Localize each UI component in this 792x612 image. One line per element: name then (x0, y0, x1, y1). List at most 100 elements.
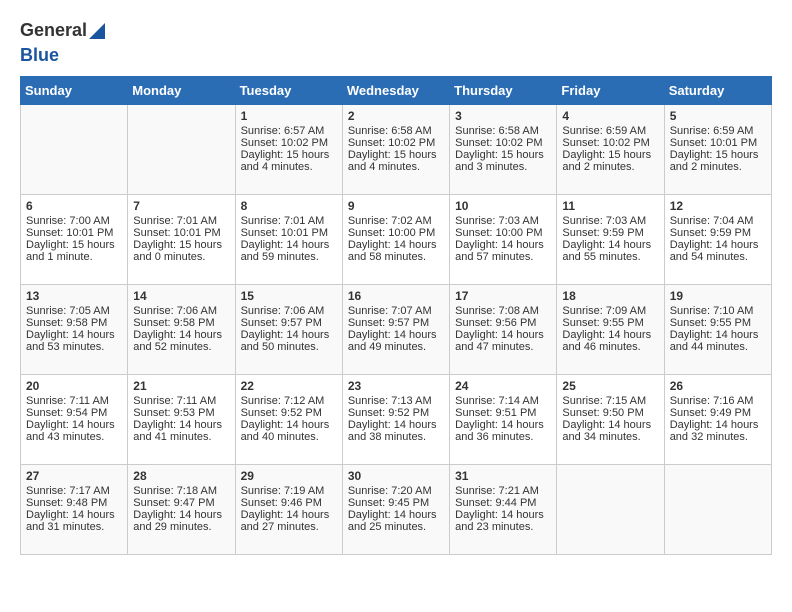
day-info: Sunrise: 7:02 AM (348, 215, 444, 227)
day-info: Sunset: 9:55 PM (562, 317, 658, 329)
day-info: and 41 minutes. (133, 431, 229, 443)
calendar-cell: 11Sunrise: 7:03 AMSunset: 9:59 PMDayligh… (557, 195, 664, 285)
day-info: Sunset: 10:02 PM (455, 137, 551, 149)
day-info: and 57 minutes. (455, 251, 551, 263)
calendar-cell (128, 105, 235, 195)
day-info: and 27 minutes. (241, 521, 337, 533)
day-info: Sunset: 9:58 PM (133, 317, 229, 329)
day-info: Sunset: 10:01 PM (241, 227, 337, 239)
calendar-cell: 14Sunrise: 7:06 AMSunset: 9:58 PMDayligh… (128, 285, 235, 375)
day-number: 12 (670, 199, 766, 213)
calendar-cell: 5Sunrise: 6:59 AMSunset: 10:01 PMDayligh… (664, 105, 771, 195)
day-number: 17 (455, 289, 551, 303)
day-info: Sunset: 9:45 PM (348, 497, 444, 509)
calendar-cell: 18Sunrise: 7:09 AMSunset: 9:55 PMDayligh… (557, 285, 664, 375)
calendar-cell: 28Sunrise: 7:18 AMSunset: 9:47 PMDayligh… (128, 465, 235, 555)
day-info: Sunset: 10:00 PM (455, 227, 551, 239)
day-info: Sunset: 9:46 PM (241, 497, 337, 509)
calendar-cell: 26Sunrise: 7:16 AMSunset: 9:49 PMDayligh… (664, 375, 771, 465)
day-info: Daylight: 14 hours (562, 329, 658, 341)
day-number: 25 (562, 379, 658, 393)
day-info: Sunrise: 7:18 AM (133, 485, 229, 497)
day-info: Sunset: 9:54 PM (26, 407, 122, 419)
weekday-header-friday: Friday (557, 77, 664, 105)
day-info: Daylight: 14 hours (670, 419, 766, 431)
day-info: Sunrise: 7:04 AM (670, 215, 766, 227)
day-info: Sunset: 9:49 PM (670, 407, 766, 419)
day-info: Daylight: 14 hours (133, 509, 229, 521)
day-number: 1 (241, 109, 337, 123)
day-info: and 49 minutes. (348, 341, 444, 353)
day-info: Daylight: 14 hours (133, 329, 229, 341)
weekday-row: SundayMondayTuesdayWednesdayThursdayFrid… (21, 77, 772, 105)
day-info: Sunset: 10:01 PM (133, 227, 229, 239)
day-info: and 53 minutes. (26, 341, 122, 353)
week-row-1: 1Sunrise: 6:57 AMSunset: 10:02 PMDayligh… (21, 105, 772, 195)
day-number: 11 (562, 199, 658, 213)
day-info: and 2 minutes. (670, 161, 766, 173)
day-number: 4 (562, 109, 658, 123)
day-info: and 46 minutes. (562, 341, 658, 353)
day-number: 20 (26, 379, 122, 393)
day-info: Daylight: 14 hours (455, 419, 551, 431)
day-info: and 36 minutes. (455, 431, 551, 443)
day-info: Sunset: 9:55 PM (670, 317, 766, 329)
calendar-cell: 3Sunrise: 6:58 AMSunset: 10:02 PMDayligh… (450, 105, 557, 195)
day-info: Sunrise: 7:03 AM (455, 215, 551, 227)
day-info: Sunset: 9:44 PM (455, 497, 551, 509)
day-info: Daylight: 14 hours (241, 239, 337, 251)
day-info: and 54 minutes. (670, 251, 766, 263)
header: General Blue (20, 20, 772, 66)
calendar-header: SundayMondayTuesdayWednesdayThursdayFrid… (21, 77, 772, 105)
calendar-cell: 9Sunrise: 7:02 AMSunset: 10:00 PMDayligh… (342, 195, 449, 285)
day-info: and 2 minutes. (562, 161, 658, 173)
logo-blue-text: Blue (20, 45, 59, 66)
day-info: and 32 minutes. (670, 431, 766, 443)
day-info: Sunrise: 7:08 AM (455, 305, 551, 317)
day-info: and 59 minutes. (241, 251, 337, 263)
calendar-cell: 24Sunrise: 7:14 AMSunset: 9:51 PMDayligh… (450, 375, 557, 465)
day-info: Sunrise: 7:05 AM (26, 305, 122, 317)
logo-general-text: General (20, 20, 87, 41)
day-info: and 23 minutes. (455, 521, 551, 533)
calendar-cell: 10Sunrise: 7:03 AMSunset: 10:00 PMDaylig… (450, 195, 557, 285)
logo: General Blue (20, 20, 107, 66)
week-row-4: 20Sunrise: 7:11 AMSunset: 9:54 PMDayligh… (21, 375, 772, 465)
day-info: and 25 minutes. (348, 521, 444, 533)
day-info: Sunrise: 7:01 AM (133, 215, 229, 227)
day-info: and 29 minutes. (133, 521, 229, 533)
day-info: Sunrise: 7:16 AM (670, 395, 766, 407)
calendar-cell: 15Sunrise: 7:06 AMSunset: 9:57 PMDayligh… (235, 285, 342, 375)
day-info: Sunset: 9:57 PM (348, 317, 444, 329)
calendar-cell: 12Sunrise: 7:04 AMSunset: 9:59 PMDayligh… (664, 195, 771, 285)
day-info: Sunset: 10:02 PM (241, 137, 337, 149)
day-info: and 1 minute. (26, 251, 122, 263)
day-number: 23 (348, 379, 444, 393)
day-info: Sunrise: 7:01 AM (241, 215, 337, 227)
weekday-header-monday: Monday (128, 77, 235, 105)
day-info: and 3 minutes. (455, 161, 551, 173)
day-info: Sunrise: 6:58 AM (348, 125, 444, 137)
day-info: Sunset: 9:59 PM (670, 227, 766, 239)
day-info: Daylight: 14 hours (348, 239, 444, 251)
calendar-cell: 6Sunrise: 7:00 AMSunset: 10:01 PMDayligh… (21, 195, 128, 285)
week-row-3: 13Sunrise: 7:05 AMSunset: 9:58 PMDayligh… (21, 285, 772, 375)
day-number: 3 (455, 109, 551, 123)
calendar-cell: 16Sunrise: 7:07 AMSunset: 9:57 PMDayligh… (342, 285, 449, 375)
day-info: Daylight: 14 hours (241, 419, 337, 431)
day-info: Sunset: 9:52 PM (348, 407, 444, 419)
day-info: and 55 minutes. (562, 251, 658, 263)
day-info: and 44 minutes. (670, 341, 766, 353)
day-info: Daylight: 14 hours (348, 419, 444, 431)
day-number: 18 (562, 289, 658, 303)
calendar-cell: 31Sunrise: 7:21 AMSunset: 9:44 PMDayligh… (450, 465, 557, 555)
day-info: Daylight: 14 hours (562, 239, 658, 251)
day-info: Sunrise: 7:12 AM (241, 395, 337, 407)
day-number: 24 (455, 379, 551, 393)
day-info: Sunset: 9:57 PM (241, 317, 337, 329)
day-info: Daylight: 14 hours (455, 509, 551, 521)
calendar-cell: 29Sunrise: 7:19 AMSunset: 9:46 PMDayligh… (235, 465, 342, 555)
day-info: Sunrise: 6:57 AM (241, 125, 337, 137)
day-info: and 43 minutes. (26, 431, 122, 443)
day-info: Sunrise: 7:21 AM (455, 485, 551, 497)
